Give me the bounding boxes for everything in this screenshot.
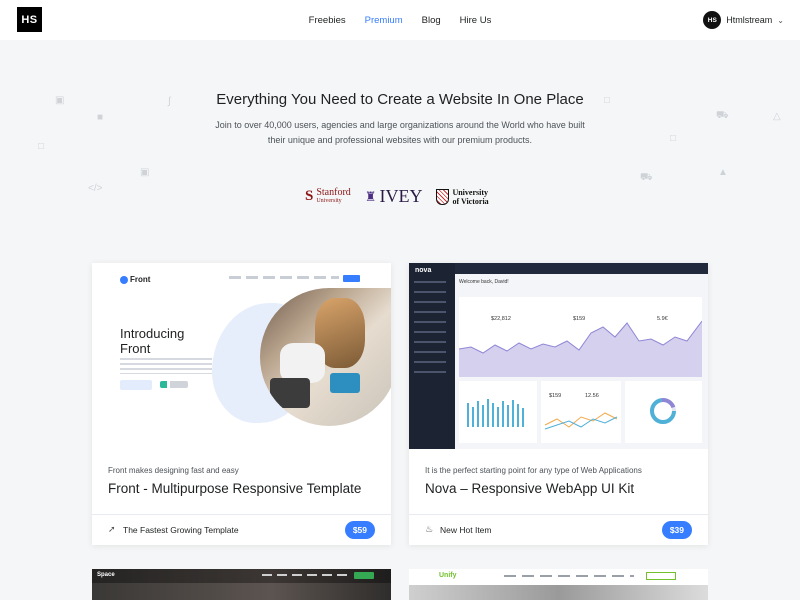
nova-stat-2: $159 [573, 316, 586, 322]
account-menu[interactable]: HS Htmlstream ⌄ [703, 11, 784, 29]
nova-stat-3: 5.9€ [657, 316, 668, 322]
page-title: Everything You Need to Create a Website … [216, 91, 584, 108]
nova-line-panel: $159 12.56 [541, 381, 621, 443]
product-card-nova[interactable]: nova Welcome back, David! $22,812 $159 5… [409, 263, 708, 545]
avatar: HS [703, 11, 722, 29]
nav-link-premium[interactable]: Premium [365, 15, 403, 26]
front-preview-brand: Front [120, 275, 150, 284]
html5-icon: ⛟ [716, 110, 729, 121]
nova-preview-image[interactable]: nova Welcome back, David! $22,812 $159 5… [409, 263, 708, 449]
css3-icon: ⛟ [640, 172, 653, 183]
card-footer: ➚ The Fastest Growing Template $59 [92, 514, 391, 545]
nova-stat-4: $159 [549, 393, 562, 399]
htmlstream-logo[interactable]: HS [17, 7, 42, 32]
nova-welcome-text: Welcome back, David! [459, 279, 509, 285]
front-preview-image[interactable]: Front Introducing Front [92, 263, 391, 449]
nova-stat-5: 12.56 [585, 393, 599, 399]
unify-preview-brand: Unify [439, 572, 457, 579]
nova-chart-svg [458, 320, 703, 377]
card-title[interactable]: Front - Multipurpose Responsive Template [108, 481, 361, 496]
chevron-down-icon: ⌄ [777, 15, 784, 25]
victoria-crest-icon [436, 188, 450, 205]
card-footer: ♨ New Hot Item $39 [409, 514, 708, 545]
ivey-logo: ♜ IVEY [364, 186, 423, 206]
main-menu: Freebies Premium Blog Hire Us [0, 0, 800, 40]
space-preview-image[interactable]: Space [92, 569, 391, 600]
android-icon: ▲ [718, 167, 728, 178]
nav-link-blog[interactable]: Blog [422, 15, 441, 26]
card-tagline: Front makes designing fast and easy [108, 466, 239, 475]
account-name: Htmlstream [726, 15, 773, 25]
nova-donut-panel [625, 381, 702, 443]
price-button[interactable]: $59 [344, 521, 375, 539]
nova-bar-panel [459, 381, 537, 443]
js-icon: ■ [97, 112, 104, 123]
angular-icon: △ [773, 111, 781, 122]
rocket-icon: ➚ [108, 524, 116, 534]
css-icon: □ [38, 141, 45, 152]
card-footer-label: New Hot Item [440, 525, 492, 535]
top-navbar: HS Freebies Premium Blog Hire Us HS Html… [0, 0, 800, 40]
product-card-front[interactable]: Front Introducing Front Front makes desi… [92, 263, 391, 545]
nav-link-freebies[interactable]: Freebies [309, 15, 346, 26]
fire-icon: ♨ [425, 524, 434, 534]
unify-preview-image[interactable]: Unify [409, 569, 708, 600]
nova-area-chart: $22,812 $159 5.9€ [458, 297, 703, 377]
ivey-crest-icon: ♜ [364, 188, 377, 204]
card-footer-label: The Fastest Growing Template [123, 525, 239, 535]
stanford-tree-icon: S [305, 188, 314, 204]
bootstrap-icon: ▣ [140, 167, 150, 178]
space-preview-brand: Space [97, 572, 115, 578]
card-title[interactable]: Nova – Responsive WebApp UI Kit [425, 481, 634, 496]
stanford-logo: S Stanford University [305, 186, 351, 204]
code-icon: </> [88, 183, 103, 194]
photoshop-icon: □ [670, 133, 677, 144]
front-preview-headline: Introducing Front [120, 326, 185, 356]
price-button[interactable]: $39 [661, 521, 692, 539]
front-logo-icon [120, 275, 128, 284]
nova-stat-1: $22,812 [491, 316, 511, 322]
page-subtitle: Join to over 40,000 users, agencies and … [215, 120, 585, 145]
card-tagline: It is the perfect starting point for any… [425, 466, 642, 475]
nova-preview-brand: nova [415, 267, 432, 274]
client-logos: S Stanford University ♜ IVEY University … [305, 186, 489, 207]
nav-link-hire-us[interactable]: Hire Us [460, 15, 492, 26]
victoria-logo: University of Victoria [436, 188, 489, 206]
front-hero-photo [260, 288, 391, 426]
